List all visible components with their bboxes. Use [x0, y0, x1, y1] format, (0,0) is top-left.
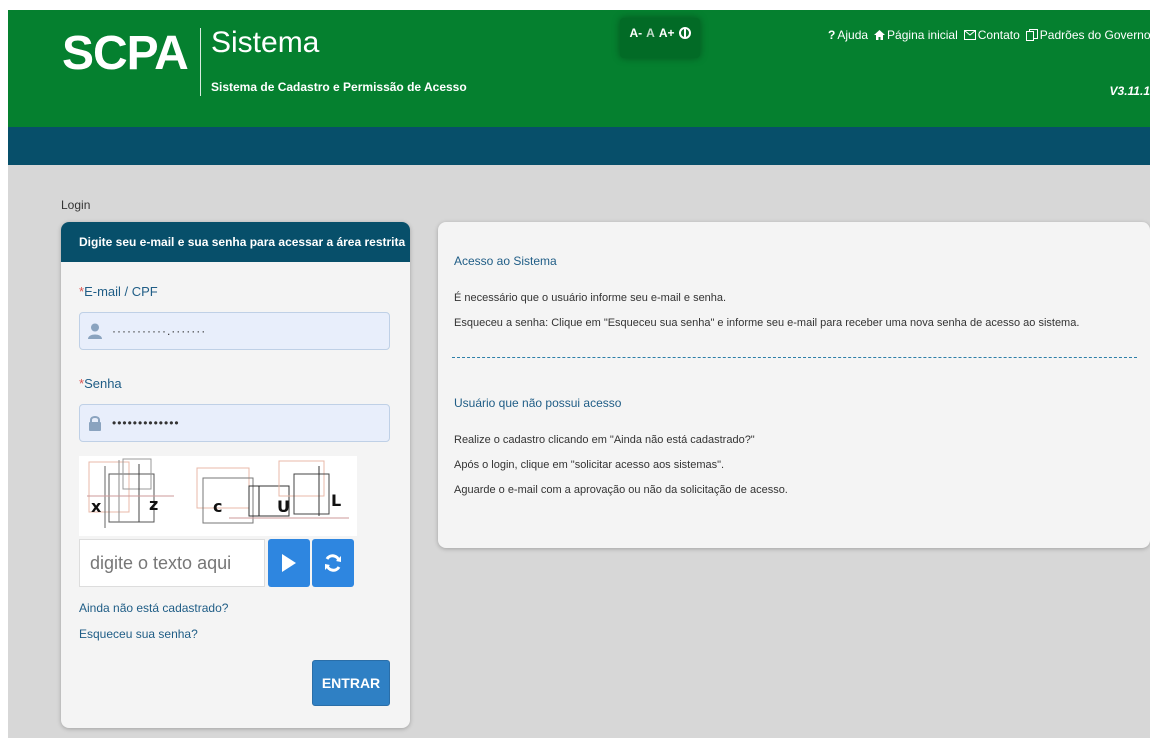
system-subtitle: Sistema de Cadastro e Permissão de Acess… — [211, 80, 467, 94]
play-icon — [282, 554, 296, 572]
login-button[interactable]: ENTRAR — [312, 660, 390, 706]
captcha-input[interactable]: digite o texto aqui — [79, 539, 265, 587]
page-stage: SCPA Sistema Sistema de Cadastro e Permi… — [8, 10, 1150, 738]
font-decrease-button[interactable]: A- — [629, 26, 642, 40]
captcha-noise: x z c U L — [87, 458, 349, 528]
font-normal-button[interactable]: A — [646, 26, 655, 40]
top-links: ? Ajuda Página inicial Contato Padrões d… — [828, 28, 1150, 42]
password-label-text: Senha — [84, 376, 122, 391]
info-line: Após o login, clique em "solicitar acess… — [454, 459, 725, 471]
home-link[interactable]: Página inicial — [874, 28, 958, 42]
contrast-icon[interactable] — [678, 27, 691, 39]
forgot-password-link[interactable]: Esqueceu sua senha? — [79, 627, 198, 641]
captcha-letter: z — [149, 495, 158, 514]
breadcrumb: Login — [61, 198, 91, 212]
email-value: ···········.······· — [112, 324, 207, 338]
site-header: SCPA Sistema Sistema de Cadastro e Permi… — [8, 10, 1150, 127]
lock-icon — [89, 416, 101, 431]
password-field[interactable]: ••••••••••••• — [79, 404, 390, 442]
password-value: ••••••••••••• — [112, 416, 180, 430]
help-icon: ? — [828, 28, 836, 42]
contact-label: Contato — [977, 28, 1020, 42]
captcha-refresh-button[interactable] — [312, 539, 354, 587]
login-heading: Digite seu e-mail e sua senha para acess… — [61, 222, 410, 262]
captcha-image: x z c U L — [79, 456, 357, 536]
home-icon — [874, 29, 886, 40]
logo-divider — [200, 28, 201, 96]
captcha-letter: U — [277, 497, 290, 516]
email-label: *E-mail / CPF — [79, 284, 158, 299]
section-divider — [452, 357, 1137, 358]
gov-standards-link[interactable]: Padrões do Governo — [1025, 28, 1150, 42]
info-line: Esqueceu a senha: Clique em "Esqueceu su… — [454, 317, 1080, 329]
no-access-title: Usuário que não possui acesso — [454, 396, 622, 410]
font-increase-button[interactable]: A+ — [659, 26, 675, 40]
info-line: Realize o cadastro clicando em "Ainda nã… — [454, 434, 755, 446]
access-title: Acesso ao Sistema — [454, 254, 557, 268]
gov-standards-label: Padrões do Governo — [1039, 28, 1150, 42]
logo[interactable]: SCPA — [62, 26, 189, 81]
captcha-audio-button[interactable] — [268, 539, 310, 587]
version-label: V3.11.1 — [1109, 84, 1150, 98]
captcha-letter: c — [213, 497, 222, 516]
contact-link[interactable]: Contato — [963, 28, 1020, 42]
info-line: É necessário que o usuário informe seu e… — [454, 292, 727, 304]
email-field[interactable]: ···········.······· — [79, 312, 390, 350]
register-link[interactable]: Ainda não está cadastrado? — [79, 601, 228, 615]
captcha-letter: L — [331, 491, 341, 510]
login-panel: Digite seu e-mail e sua senha para acess… — [61, 222, 410, 728]
home-label: Página inicial — [887, 28, 958, 42]
docs-icon — [1025, 29, 1038, 41]
font-size-controls: A- A A+ — [620, 18, 700, 58]
help-label: Ajuda — [837, 28, 869, 42]
refresh-icon — [325, 554, 341, 572]
help-link[interactable]: ? Ajuda — [828, 28, 868, 42]
info-panel: Acesso ao Sistema É necessário que o usu… — [438, 222, 1150, 548]
password-label: *Senha — [79, 376, 122, 391]
nav-bar — [8, 127, 1150, 165]
info-line: Aguarde o e-mail com a aprovação ou não … — [454, 484, 788, 496]
user-icon — [88, 323, 102, 339]
mail-icon — [963, 30, 976, 40]
email-label-text: E-mail / CPF — [84, 284, 158, 299]
system-title: Sistema — [211, 26, 320, 59]
captcha-letter: x — [91, 497, 102, 516]
